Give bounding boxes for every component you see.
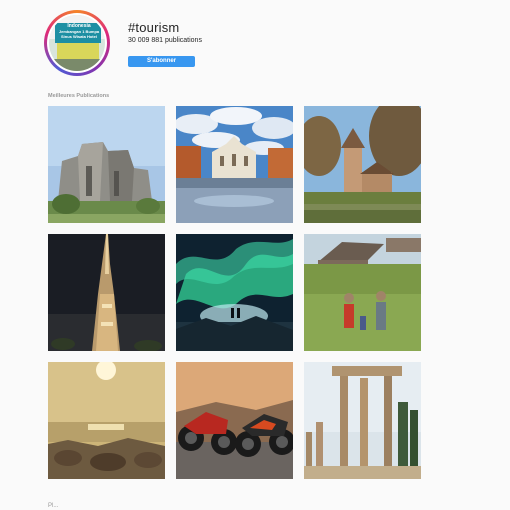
hashtag-avatar[interactable]: Indonesia Jembangan 1 Bumpa Sinus Wisata… [44,10,110,76]
avatar-text-3: Sinus Wisata Hotel [61,34,97,39]
post-hikers-cabin-meadow[interactable] [304,234,421,351]
top-posts-label: Meilleures Publications [48,93,110,99]
post-grid [48,106,421,479]
post-cathedral-piazza-clouds[interactable] [176,106,293,223]
hashtag-header: Indonesia Jembangan 1 Bumpa Sinus Wisata… [0,0,510,90]
post-ancient-ruins-columns[interactable] [304,362,421,479]
post-sunset-rocky-shore[interactable] [48,362,165,479]
post-aurora-borealis[interactable] [176,234,293,351]
publication-count: 30 009 881 publications [128,37,202,44]
post-motorcycles-desert[interactable] [176,362,293,479]
hashtag-title: #tourism [128,20,180,35]
follow-button[interactable]: S'abonner [128,56,195,67]
avatar-image: Indonesia Jembangan 1 Bumpa Sinus Wisata… [49,15,105,71]
post-modern-concrete-building[interactable] [48,106,165,223]
section-label-more: Pl... [48,503,59,509]
post-burj-khalifa-night[interactable] [48,234,165,351]
post-castle-tower-lake[interactable] [304,106,421,223]
